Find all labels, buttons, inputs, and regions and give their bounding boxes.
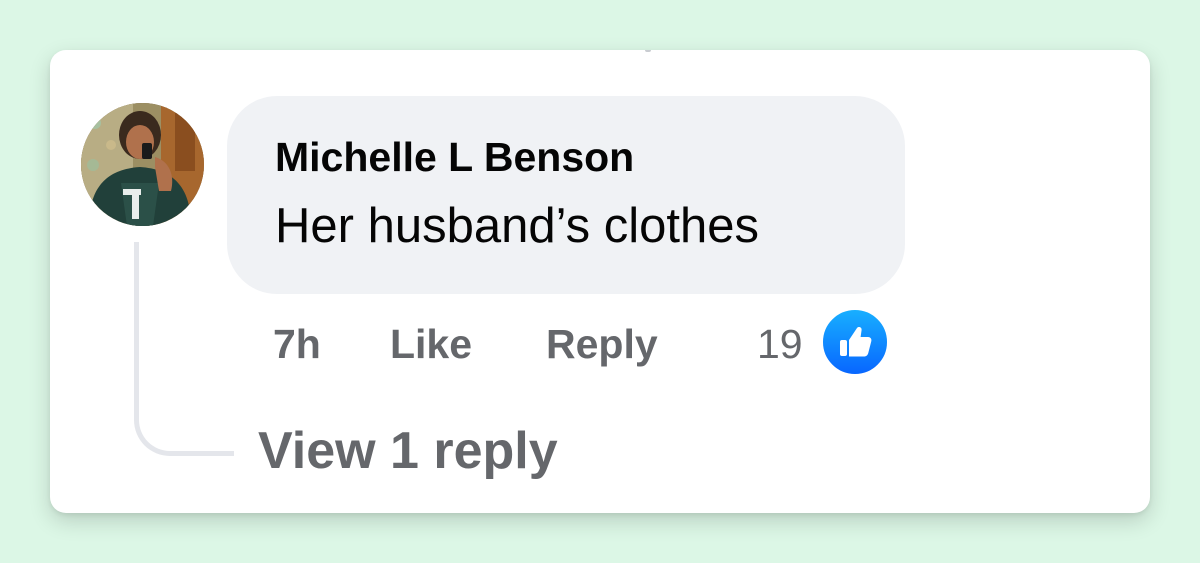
reaction-count[interactable]: 19 bbox=[757, 321, 803, 368]
reply-thread-line bbox=[134, 242, 234, 456]
comment-bubble: Michelle L Benson Her husband’s clothes bbox=[227, 96, 905, 294]
comment-text: Her husband’s clothes bbox=[275, 199, 759, 253]
avatar[interactable] bbox=[81, 103, 204, 226]
thread-connector-stub bbox=[645, 50, 651, 52]
thumbs-up-icon[interactable] bbox=[820, 307, 890, 377]
like-button[interactable]: Like bbox=[390, 321, 472, 368]
view-replies-link[interactable]: View 1 reply bbox=[258, 421, 558, 481]
comment-timestamp[interactable]: 7h bbox=[273, 321, 321, 368]
comment-card: Michelle L Benson Her husband’s clothes … bbox=[50, 50, 1150, 513]
comment-author[interactable]: Michelle L Benson bbox=[275, 134, 634, 181]
reply-button[interactable]: Reply bbox=[546, 321, 658, 368]
